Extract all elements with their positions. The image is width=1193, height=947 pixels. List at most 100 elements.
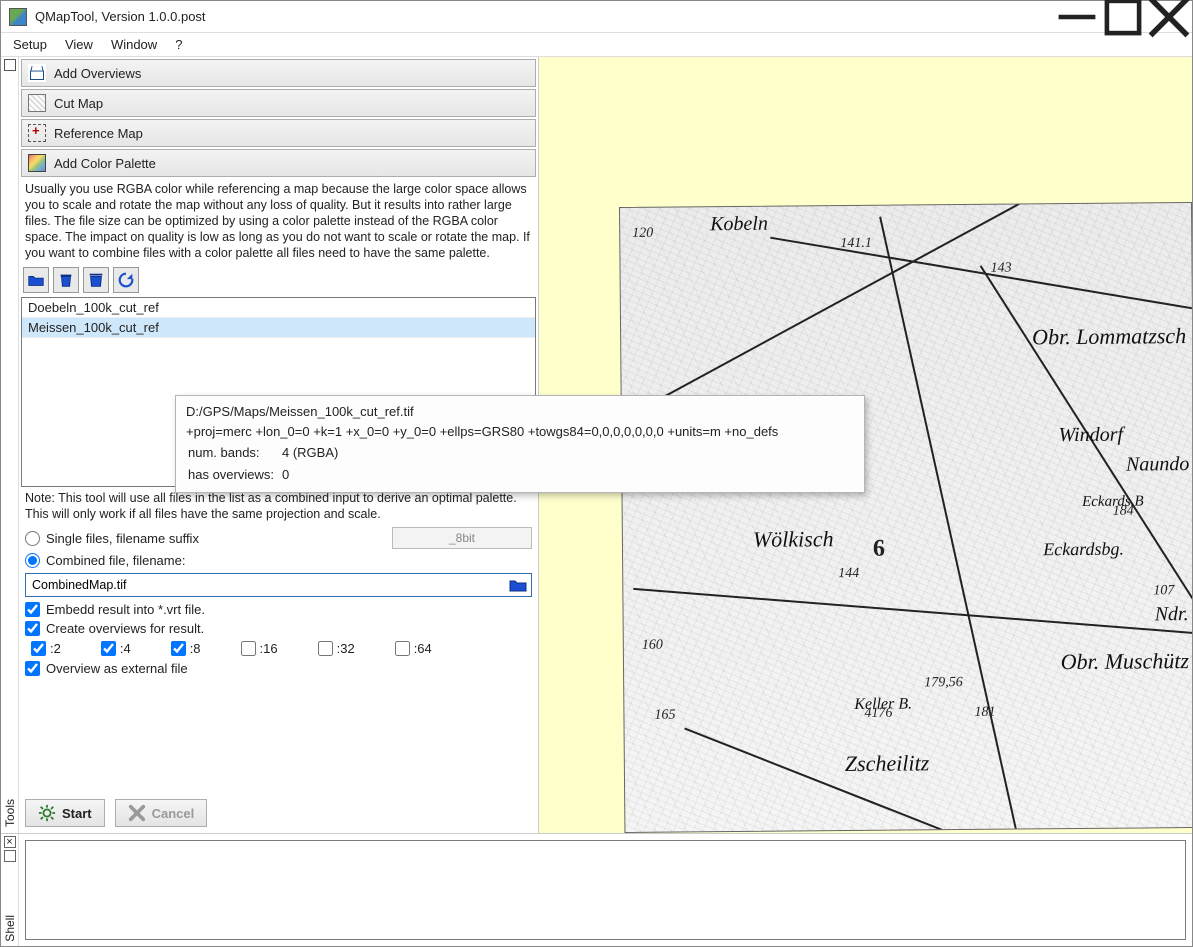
cancel-label: Cancel bbox=[152, 806, 195, 821]
shell-dock-strip: × Shell bbox=[1, 834, 19, 946]
map-label: Naundo bbox=[1126, 453, 1190, 477]
combined-filename-input[interactable] bbox=[26, 576, 508, 594]
app-icon bbox=[9, 8, 27, 26]
single-file-radio[interactable] bbox=[25, 531, 40, 546]
add-overviews-button[interactable]: Add Overviews bbox=[21, 59, 536, 87]
title-bar: QMapTool, Version 1.0.0.post bbox=[1, 1, 1192, 33]
map-number: 120 bbox=[632, 226, 653, 242]
shell-output[interactable] bbox=[25, 840, 1186, 940]
map-label: Wölkisch bbox=[753, 526, 834, 553]
tooltip-proj: +proj=merc +lon_0=0 +k=1 +x_0=0 +y_0=0 +… bbox=[186, 422, 854, 442]
scale-8-label: :8 bbox=[190, 641, 201, 656]
map-label: Zscheilitz bbox=[845, 750, 930, 777]
reference-icon bbox=[28, 124, 46, 142]
list-note: Note: This tool will use all files in th… bbox=[21, 489, 536, 524]
close-button[interactable] bbox=[1146, 2, 1192, 32]
palette-icon bbox=[28, 154, 46, 172]
maximize-button[interactable] bbox=[1100, 2, 1146, 32]
map-label: Windorf bbox=[1058, 424, 1123, 448]
app-window: QMapTool, Version 1.0.0.post Setup View … bbox=[0, 0, 1193, 947]
start-button[interactable]: Start bbox=[25, 799, 105, 827]
map-number: 4176 bbox=[864, 706, 892, 722]
shell-pin-icon[interactable] bbox=[4, 850, 16, 862]
scale-16-checkbox[interactable] bbox=[241, 641, 256, 656]
dock-pin-icon[interactable] bbox=[4, 59, 16, 71]
file-list-item[interactable]: Meissen_100k_cut_ref bbox=[22, 318, 535, 338]
menu-setup[interactable]: Setup bbox=[5, 35, 55, 54]
cut-icon bbox=[28, 94, 46, 112]
map-number: 160 bbox=[642, 638, 663, 654]
tools-dock-label[interactable]: Tools bbox=[3, 799, 17, 827]
map-label: Obr. Muschütz bbox=[1061, 648, 1190, 675]
scale-32-label: :32 bbox=[337, 641, 355, 656]
combined-filename-field[interactable] bbox=[25, 573, 532, 597]
scale-32-checkbox[interactable] bbox=[318, 641, 333, 656]
add-file-button[interactable] bbox=[23, 267, 49, 293]
menu-bar: Setup View Window ? bbox=[1, 33, 1192, 57]
map-number: 181 bbox=[974, 705, 995, 721]
map-label: Eckardsbg. bbox=[1043, 539, 1124, 561]
shell-close-icon[interactable]: × bbox=[4, 836, 16, 848]
map-number: 165 bbox=[654, 708, 675, 724]
map-number: 144 bbox=[838, 566, 859, 582]
add-color-palette-button[interactable]: Add Color Palette bbox=[21, 149, 536, 177]
tooltip-path: D:/GPS/Maps/Meissen_100k_cut_ref.tif bbox=[186, 402, 854, 422]
single-suffix-field: _8bit bbox=[392, 527, 532, 549]
tooltip-ov-value: 0 bbox=[282, 465, 344, 485]
overviews-icon bbox=[28, 64, 46, 82]
file-list-toolbar bbox=[21, 265, 536, 295]
scale-2-checkbox[interactable] bbox=[31, 641, 46, 656]
cancel-button[interactable]: Cancel bbox=[115, 799, 208, 827]
cut-map-label: Cut Map bbox=[54, 96, 103, 111]
shell-dock-label[interactable]: Shell bbox=[3, 915, 17, 942]
embed-vrt-checkbox[interactable] bbox=[25, 602, 40, 617]
browse-output-button[interactable] bbox=[508, 576, 528, 594]
tooltip-ov-label: has overviews: bbox=[188, 465, 280, 485]
overview-external-label: Overview as external file bbox=[46, 661, 188, 676]
remove-file-button[interactable] bbox=[53, 267, 79, 293]
map-number: 6 bbox=[873, 536, 885, 563]
tools-dock-strip: Tools bbox=[1, 57, 19, 833]
start-label: Start bbox=[62, 806, 92, 821]
scale-8-checkbox[interactable] bbox=[171, 641, 186, 656]
tooltip-bands-label: num. bands: bbox=[188, 443, 280, 463]
map-number: 184 bbox=[1113, 504, 1134, 520]
overview-scales-row: :2 :4 :8 :16 :32 :64 bbox=[21, 639, 536, 658]
scale-64-checkbox[interactable] bbox=[395, 641, 410, 656]
close-icon bbox=[128, 804, 146, 822]
minimize-button[interactable] bbox=[1054, 2, 1100, 32]
combined-file-row: Combined file, filename: bbox=[21, 552, 536, 569]
map-number: 107 bbox=[1153, 583, 1174, 599]
window-title: QMapTool, Version 1.0.0.post bbox=[35, 9, 206, 24]
map-label: Ndr. bbox=[1155, 603, 1189, 626]
reference-map-label: Reference Map bbox=[54, 126, 143, 141]
scale-4-label: :4 bbox=[120, 641, 131, 656]
clear-files-button[interactable] bbox=[83, 267, 109, 293]
gear-icon bbox=[38, 804, 56, 822]
single-file-row: Single files, filename suffix _8bit bbox=[21, 526, 536, 550]
file-list-item[interactable]: Doebeln_100k_cut_ref bbox=[22, 298, 535, 318]
scale-4-checkbox[interactable] bbox=[101, 641, 116, 656]
menu-help[interactable]: ? bbox=[167, 35, 190, 54]
scale-64-label: :64 bbox=[414, 641, 432, 656]
combined-file-radio[interactable] bbox=[25, 553, 40, 568]
reload-files-button[interactable] bbox=[113, 267, 139, 293]
overview-external-checkbox[interactable] bbox=[25, 661, 40, 676]
menu-window[interactable]: Window bbox=[103, 35, 165, 54]
map-number: 141.1 bbox=[840, 236, 872, 252]
map-number: 143 bbox=[990, 261, 1011, 277]
cut-map-button[interactable]: Cut Map bbox=[21, 89, 536, 117]
single-file-label: Single files, filename suffix bbox=[46, 531, 199, 546]
menu-view[interactable]: View bbox=[57, 35, 101, 54]
map-image: Kobeln Obr. Lommatzsch Windorf Naundo Wö… bbox=[619, 202, 1192, 833]
map-number: 179,56 bbox=[924, 675, 963, 691]
embed-vrt-label: Embedd result into *.vrt file. bbox=[46, 602, 205, 617]
add-overviews-label: Add Overviews bbox=[54, 66, 141, 81]
map-label: Obr. Lommatzsch bbox=[1032, 323, 1186, 350]
map-label: Kobeln bbox=[710, 213, 768, 237]
create-overviews-checkbox[interactable] bbox=[25, 621, 40, 636]
shell-dock: × Shell bbox=[1, 833, 1192, 946]
combined-file-label: Combined file, filename: bbox=[46, 553, 185, 568]
reference-map-button[interactable]: Reference Map bbox=[21, 119, 536, 147]
action-row: Start Cancel bbox=[21, 793, 536, 831]
